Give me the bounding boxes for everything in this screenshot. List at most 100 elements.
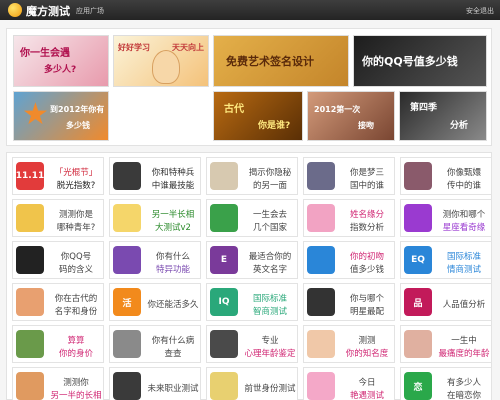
test-title-line2: 码的含义 [58, 265, 93, 275]
test-title-line1: 你有什么病 [151, 336, 195, 346]
test-title-line1: 测你和哪个 [442, 210, 486, 220]
test-tile[interactable]: 测测你 另一半的长相 [12, 367, 104, 400]
test-tile[interactable]: 活你还能活多久 [109, 283, 201, 321]
test-tile[interactable]: 你像甄嬛 传中的谁 [400, 157, 492, 195]
banner-caption-2: 接吻 [358, 121, 374, 130]
banner-item[interactable]: 古代 你是谁? [213, 91, 303, 141]
test-title-line1: 姓名缘分 [349, 210, 384, 220]
banner-caption-2: 多少人? [44, 65, 77, 75]
banner-item[interactable]: 好好学习 天天向上 [113, 35, 209, 87]
test-title-line1: 一生中 [451, 336, 477, 346]
test-icon [307, 204, 335, 232]
test-title-line2: 中谁最技能 [151, 181, 195, 191]
test-tile[interactable]: 揭示你隐秘 的另一面 [206, 157, 298, 195]
test-tile[interactable]: 你的初吻 值多少钱 [303, 241, 395, 279]
test-icon [16, 288, 44, 316]
test-tile[interactable]: 11.11 「光棍节」脱光指数? [12, 157, 104, 195]
test-tile[interactable]: 你与哪个 明星最配 [303, 283, 395, 321]
test-title-line2: 艳遇测试 [349, 391, 384, 400]
test-tile[interactable]: 你有什么病 查查 [109, 325, 201, 363]
test-tile[interactable]: 你有什么 特异功能 [109, 241, 201, 279]
test-tile[interactable]: 另一半长相 大测试v2 [109, 199, 201, 237]
banner-item[interactable]: 第四季 分析 [399, 91, 487, 141]
test-tile[interactable]: 前世身份测试 [206, 367, 298, 400]
test-title-line2: 英文名字 [252, 265, 287, 275]
test-tile[interactable]: 恋 有多少人 在暗恋你 [400, 367, 492, 400]
banner-item[interactable]: 免费艺术签名设计 [213, 35, 349, 87]
test-tile[interactable]: 专业 心理年龄鉴定 [206, 325, 298, 363]
test-icon [113, 330, 141, 358]
banner-item[interactable]: 你的QQ号值多少钱 [353, 35, 487, 87]
test-title-line1: 测测你 [63, 378, 89, 388]
test-title-line2: 情商测试 [446, 265, 481, 275]
test-tile[interactable]: IQ 国际标准 智商测试 [206, 283, 298, 321]
test-icon: 活 [113, 288, 141, 316]
test-tile[interactable]: 今日 艳遇测试 [303, 367, 395, 400]
test-icon [210, 330, 238, 358]
test-icon [307, 162, 335, 190]
test-tile[interactable]: 姓名缘分 指数分析 [303, 199, 395, 237]
test-tile[interactable]: 品人品值分析 [400, 283, 492, 321]
test-title-line2: 特异功能 [155, 265, 190, 275]
test-title-line1: 一生会去 [252, 210, 287, 220]
test-title-line2: 值多少钱 [349, 265, 384, 275]
test-icon: E [210, 246, 238, 274]
test-icon: 11.11 [16, 162, 44, 190]
test-tile[interactable]: 你是梦三 国中的谁 [303, 157, 395, 195]
test-tile[interactable]: 测你和哪个星座看奇缘 [400, 199, 492, 237]
test-icon [113, 204, 141, 232]
test-tile[interactable]: 未来职业测试 [109, 367, 201, 400]
test-title-line1: 国际标准 [252, 294, 287, 304]
test-tile[interactable]: 算算 你的身价 [12, 325, 104, 363]
test-icon [16, 372, 44, 400]
test-tile[interactable]: 测测你是 哪种青年? [12, 199, 104, 237]
banner-item[interactable]: 2012第一次 接吻 [307, 91, 395, 141]
test-title-line1: 有多少人 [446, 378, 481, 388]
logout-link[interactable]: 安全退出 [466, 6, 494, 16]
test-title-line1: 测测你是 [58, 210, 93, 220]
test-icon [307, 288, 335, 316]
banner-caption: 到2012年你有 [50, 105, 105, 114]
test-icon [16, 330, 44, 358]
test-title-line1: 揭示你隐秘 [248, 168, 292, 178]
banner-item[interactable]: 你一生会遇 多少人? [13, 35, 109, 87]
test-icon [16, 246, 44, 274]
banner-caption: 2012第一次 [314, 105, 361, 114]
app-square-link[interactable]: 应用广场 [76, 6, 104, 16]
test-icon: 恋 [404, 372, 432, 400]
test-title-line1: 人品值分析 [442, 300, 486, 310]
banner-caption-2: 分析 [450, 121, 469, 131]
cartoon-girl-icon [152, 50, 180, 84]
logo-icon[interactable] [8, 3, 22, 17]
banner-caption: 好好学习 [118, 43, 150, 52]
test-icon [210, 372, 238, 400]
test-tile[interactable]: 测测 你的知名度 [303, 325, 395, 363]
banner-panel: 你一生会遇 多少人? 好好学习 天天向上 免费艺术签名设计 你的QQ号值多少钱 … [6, 28, 492, 146]
test-tile[interactable]: 你和特种兵 中谁最技能 [109, 157, 201, 195]
test-title-line1: 你QQ号 [60, 252, 92, 262]
test-tile[interactable]: 你QQ号码的含义 [12, 241, 104, 279]
test-icon: EQ [404, 246, 432, 274]
test-title-line1: 你在古代的 [54, 294, 98, 304]
test-title-line2: 最痛度的年龄 [438, 349, 490, 359]
banner-item[interactable]: ★ 到2012年你有 多少钱 [13, 91, 109, 141]
test-title-line1: 你是梦三 [349, 168, 384, 178]
test-title-line2: 星座看奇缘 [442, 223, 486, 233]
banner-caption: 第四季 [410, 103, 438, 113]
test-tile[interactable]: E 最适合你的 英文名字 [206, 241, 298, 279]
test-title-line1: 「光棍节」 [54, 168, 98, 178]
banner-caption-2: 多少钱 [66, 121, 90, 130]
test-title-line2: 的另一面 [252, 181, 287, 191]
test-title-line2: 脱光指数? [56, 181, 96, 191]
test-title-line1: 测测 [358, 336, 376, 346]
test-tile[interactable]: 一生中 最痛度的年龄 [400, 325, 492, 363]
test-title-line2: 指数分析 [349, 223, 384, 233]
test-title-line2: 你的知名度 [345, 349, 389, 359]
site-logo[interactable]: 魔方测试 [26, 3, 70, 19]
test-title-line1: 你与哪个 [349, 294, 384, 304]
test-tile[interactable]: 你在古代的 名字和身份 [12, 283, 104, 321]
test-grid: 11.11 「光棍节」 脱光指数? 你和特种兵 中谁最技能 揭示你隐秘 的另一面 你是梦三 国中… [6, 152, 492, 400]
test-tile[interactable]: 一生会去 几个国家 [206, 199, 298, 237]
test-title-line1: 你有什么 [155, 252, 190, 262]
test-tile[interactable]: EQ 国际标准 情商测试 [400, 241, 492, 279]
